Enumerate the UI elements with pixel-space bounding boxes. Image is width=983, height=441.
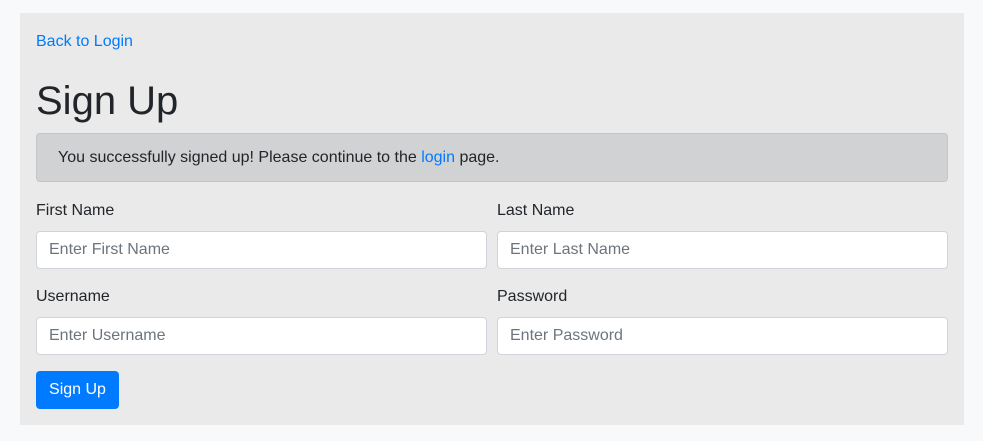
back-to-login-link[interactable]: Back to Login [36,32,133,52]
first-name-label: First Name [36,202,115,219]
page-title: Sign Up [36,79,179,123]
last-name-input[interactable] [497,231,948,269]
signup-panel: Back to Login Sign Up You successfully s… [20,13,964,425]
username-label: Username [36,288,110,305]
sign-up-button[interactable]: Sign Up [36,371,119,409]
success-alert: You successfully signed up! Please conti… [36,133,948,182]
username-input[interactable] [36,317,487,355]
password-label: Password [497,288,568,305]
alert-text-end: page. [455,149,500,166]
login-link[interactable]: login [421,149,455,166]
password-input[interactable] [497,317,948,355]
alert-text: You successfully signed up! Please conti… [58,149,422,166]
first-name-input[interactable] [36,231,487,269]
last-name-label: Last Name [497,202,575,219]
